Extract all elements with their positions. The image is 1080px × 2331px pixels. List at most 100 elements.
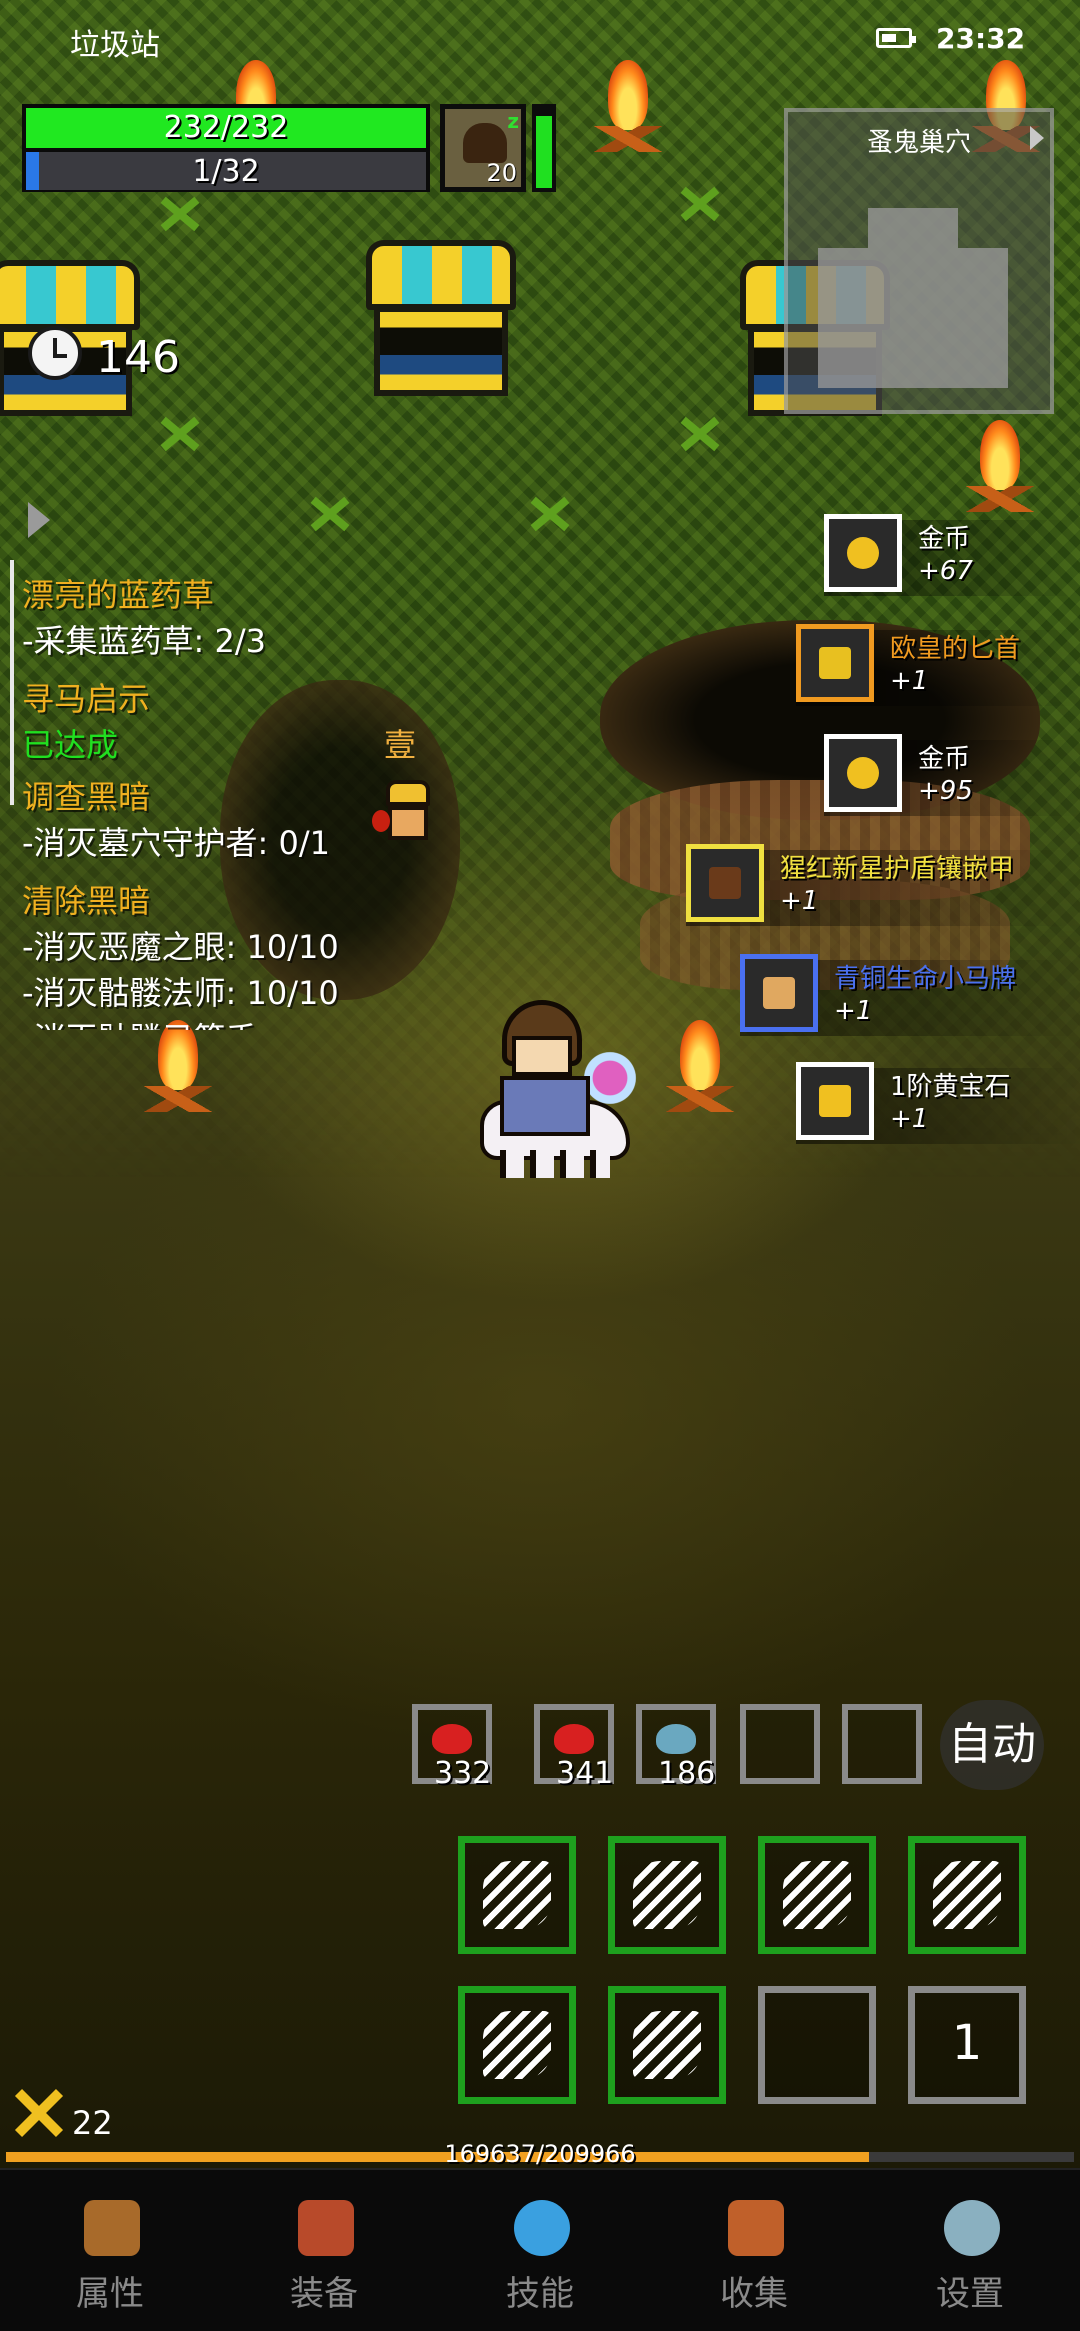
hp-text: 232/232: [163, 110, 289, 145]
armor-icon: [686, 844, 764, 922]
plant-decoration: [670, 410, 730, 460]
yellow-gem-icon: [796, 1062, 874, 1140]
mp-text: 1/32: [192, 154, 260, 189]
pet-energy-bar: [532, 104, 556, 192]
loot-amount: +1: [834, 996, 873, 1026]
loot-name: 金币: [918, 744, 971, 774]
wind-slash-icon: [633, 1861, 701, 1929]
hp-bar: 232/232: [26, 108, 426, 148]
quick-slot[interactable]: 332: [412, 1704, 492, 1791]
player-vitals: 232/232 1/32: [22, 104, 430, 192]
quest-objective: -消灭墓穴守护者: 0/1: [22, 824, 331, 862]
plant-decoration: [670, 180, 730, 230]
plant-decoration: [150, 190, 210, 240]
timer-icon: [28, 326, 82, 380]
item-count: 341: [556, 1756, 614, 1791]
minimap[interactable]: 蚤鬼巢穴: [784, 108, 1054, 414]
book-icon: [728, 2200, 784, 2256]
nav-label: 收集: [720, 2274, 788, 2314]
status-clock: 23:32: [936, 22, 1026, 55]
quick-slot[interactable]: 341: [534, 1704, 614, 1791]
quest-objective: -消灭骷髅法师: 10/10: [22, 974, 339, 1012]
skill-button[interactable]: [608, 1836, 726, 1954]
quick-slot-empty[interactable]: [842, 1704, 922, 1784]
red-meat-icon: [432, 1724, 472, 1754]
skill-button[interactable]: [758, 1836, 876, 1954]
quest-objective: -消灭恶魔之眼: 10/10: [22, 928, 339, 966]
nav-label: 装备: [290, 2274, 358, 2314]
sleep-icon: z: [507, 109, 519, 133]
nav-item[interactable]: 设置: [900, 2200, 1040, 2320]
fish-icon: [656, 1724, 696, 1754]
loot-amount: +95: [918, 776, 973, 806]
helmet-icon: [84, 2200, 140, 2256]
quest-collapse-icon[interactable]: [28, 502, 50, 538]
mp-bar: 1/32: [26, 152, 426, 190]
arrow-burst-icon: [933, 1861, 1001, 1929]
gold-coins-icon: [824, 514, 902, 592]
skill-page-button[interactable]: 1: [908, 1986, 1026, 2104]
item-count: 186: [658, 1756, 716, 1791]
item-count: 332: [434, 1756, 492, 1791]
loot-name: 金币: [918, 524, 971, 554]
quest-divider: [10, 560, 14, 805]
crossed-swords-icon: [14, 2088, 64, 2138]
dagger-icon: [796, 624, 874, 702]
campfire: [660, 1020, 740, 1130]
skill-slot-empty[interactable]: [758, 1986, 876, 2104]
wave-slash-icon: [483, 2011, 551, 2079]
npc-label: 壹: [384, 726, 417, 764]
nav-item[interactable]: 技能: [470, 2200, 610, 2320]
red-meat-icon: [554, 1724, 594, 1754]
minimap-expand-icon[interactable]: [1030, 126, 1044, 150]
auto-battle-button[interactable]: 自动: [940, 1700, 1044, 1790]
battery-icon: [876, 28, 916, 48]
plant-decoration: [520, 490, 580, 540]
blue-orb-icon: [514, 2200, 570, 2256]
minimap-title: 蚤鬼巢穴: [866, 128, 971, 158]
pet-energy-fill: [536, 116, 552, 188]
minimap-room: [818, 248, 1008, 388]
plant-decoration: [150, 410, 210, 460]
nav-item[interactable]: 收集: [684, 2200, 824, 2320]
skill-button[interactable]: [458, 1836, 576, 1954]
nav-label: 技能: [506, 2274, 574, 2314]
loot-name: 青铜生命小马牌: [834, 964, 1017, 994]
nav-item[interactable]: 装备: [254, 2200, 394, 2320]
loot-name: 1阶黄宝石: [890, 1072, 1011, 1102]
loot-amount: +1: [890, 666, 929, 696]
quest-tracker[interactable]: 漂亮的蓝药草 -采集蓝药草: 2/3 寻马启示 已达成 调查黑暗 -消灭墓穴守护者: 0/…: [10, 560, 370, 1030]
minimap-room: [868, 208, 958, 248]
skill-button[interactable]: [458, 1986, 576, 2104]
kill-count: 22: [72, 2104, 113, 2142]
demon-summon-icon: [483, 1861, 551, 1929]
timer-value: 146: [96, 332, 180, 383]
treasure-chest[interactable]: [366, 240, 516, 400]
quest-title: 漂亮的蓝药草: [22, 576, 215, 614]
loot-amount: +67: [918, 556, 973, 586]
player-character: [470, 1000, 650, 1180]
skill-button[interactable]: [608, 1986, 726, 2104]
skill-button[interactable]: [908, 1836, 1026, 1954]
pet-portrait[interactable]: z 20: [440, 104, 526, 192]
pouch-icon: [298, 2200, 354, 2256]
loot-name: 欧皇的匕首: [890, 634, 1021, 664]
quick-slot[interactable]: 186: [636, 1704, 716, 1791]
nav-label: 属性: [76, 2274, 144, 2314]
fist-strike-icon: [783, 1861, 851, 1929]
gear-icon: [944, 2200, 1000, 2256]
quest-objective: -消灭骷髅弓箭手:: [22, 1014, 268, 1030]
quest-objective: -采集蓝药草: 2/3: [22, 622, 267, 660]
skill-page-number: 1: [951, 2015, 983, 2071]
loot-notification: 猩红新星护盾镶嵌甲 +1: [686, 844, 1080, 934]
loot-name: 猩红新星护盾镶嵌甲: [780, 854, 1015, 884]
pet-avatar: [463, 123, 507, 163]
loot-notification: 欧皇的匕首 +1: [796, 624, 1080, 714]
loot-amount: +1: [780, 886, 819, 916]
loot-notification: 1阶黄宝石 +1: [796, 1062, 1080, 1152]
nav-item[interactable]: 属性: [40, 2200, 180, 2320]
npc-character[interactable]: [372, 780, 438, 860]
quest-title: 清除黑暗: [22, 882, 151, 920]
quick-slot-empty[interactable]: [740, 1704, 820, 1784]
pet-level: 20: [486, 159, 517, 187]
